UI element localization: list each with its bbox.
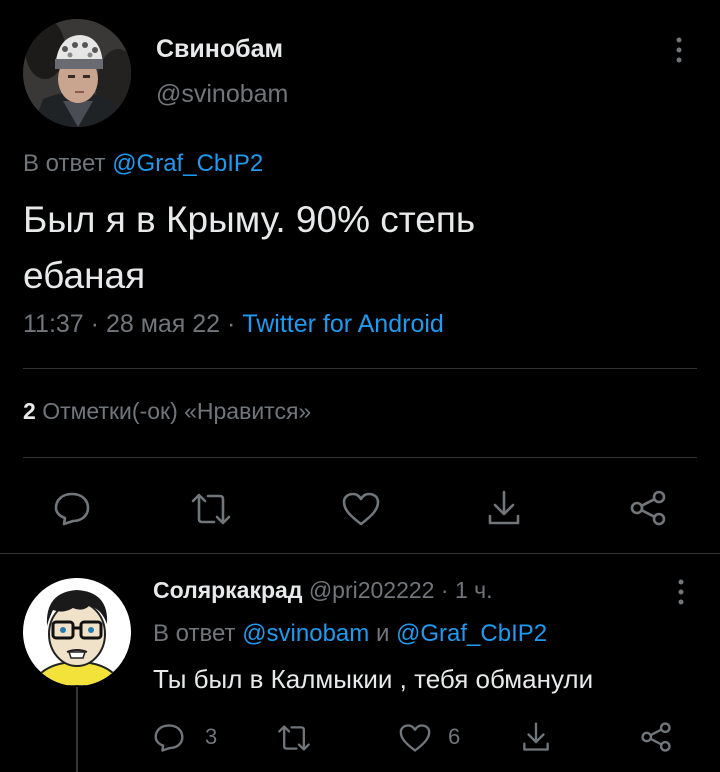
retweet-icon[interactable] — [276, 723, 312, 753]
reply-time[interactable]: 1 ч. — [455, 577, 493, 603]
reply-prefix: В ответ — [23, 150, 106, 177]
reply-author-name[interactable]: Соляркакрад — [153, 577, 302, 603]
likes-summary[interactable]: 2 Отметки(-ок) «Нравится» — [23, 398, 311, 425]
reply-prefix: В ответ — [153, 620, 236, 647]
reply-header: Соляркакрад @pri202222 · 1 ч. — [153, 577, 493, 604]
divider — [23, 457, 697, 458]
share-icon[interactable] — [628, 489, 668, 527]
reply-to-link[interactable]: @Graf_CbIP2 — [112, 150, 263, 177]
tweet-text-line-2: ебаная — [23, 255, 146, 296]
download-icon[interactable] — [521, 721, 551, 753]
more-vertical-icon[interactable] — [672, 36, 686, 64]
tweet-text: Был я в Крыму. 90% степь ебаная — [23, 192, 475, 304]
author-avatar[interactable] — [23, 19, 131, 127]
reply-to-link[interactable]: @svinobam — [242, 620, 369, 647]
tweet-text-line-1: Был я в Крыму. 90% степь — [23, 199, 476, 240]
reply-context: В ответ @Graf_CbIP2 — [23, 150, 263, 178]
tweet-meta: 11:37 · 28 мая 22 · Twitter for Android — [23, 310, 444, 339]
reply-to-link[interactable]: @Graf_CbIP2 — [396, 620, 547, 647]
meta-separator: · — [90, 310, 99, 338]
reply-context: В ответ @svinobam и @Graf_CbIP2 — [153, 620, 547, 648]
retweet-icon[interactable] — [189, 491, 233, 527]
reply-author-handle[interactable]: @pri202222 — [309, 577, 435, 603]
more-vertical-icon[interactable] — [674, 578, 688, 606]
like-icon[interactable] — [398, 723, 432, 753]
reply-icon[interactable] — [53, 491, 91, 527]
reply-text: Ты был в Калмыкии , тебя обманули — [153, 664, 594, 694]
divider — [0, 553, 720, 554]
author-handle[interactable]: @svinobam — [156, 80, 288, 109]
reply-and: и — [375, 620, 390, 647]
thread-line — [76, 687, 78, 772]
reply-icon[interactable] — [153, 723, 185, 753]
likes-label: Отметки(-ок) «Нравится» — [42, 398, 312, 424]
like-count: 6 — [448, 724, 461, 749]
likes-count: 2 — [23, 398, 36, 424]
tweet-time[interactable]: 11:37 — [23, 310, 84, 338]
like-icon[interactable] — [341, 491, 381, 527]
divider — [23, 368, 697, 369]
reply-count: 3 — [205, 724, 218, 749]
tweet-date[interactable]: 28 мая 22 — [106, 310, 220, 338]
share-icon[interactable] — [639, 721, 673, 753]
author-name[interactable]: Свинобам — [156, 35, 283, 64]
download-icon[interactable] — [486, 489, 522, 527]
meta-separator: · — [440, 577, 449, 603]
meta-separator: · — [227, 310, 236, 338]
reply-author-avatar[interactable] — [23, 578, 131, 686]
tweet-client[interactable]: Twitter for Android — [242, 310, 443, 338]
